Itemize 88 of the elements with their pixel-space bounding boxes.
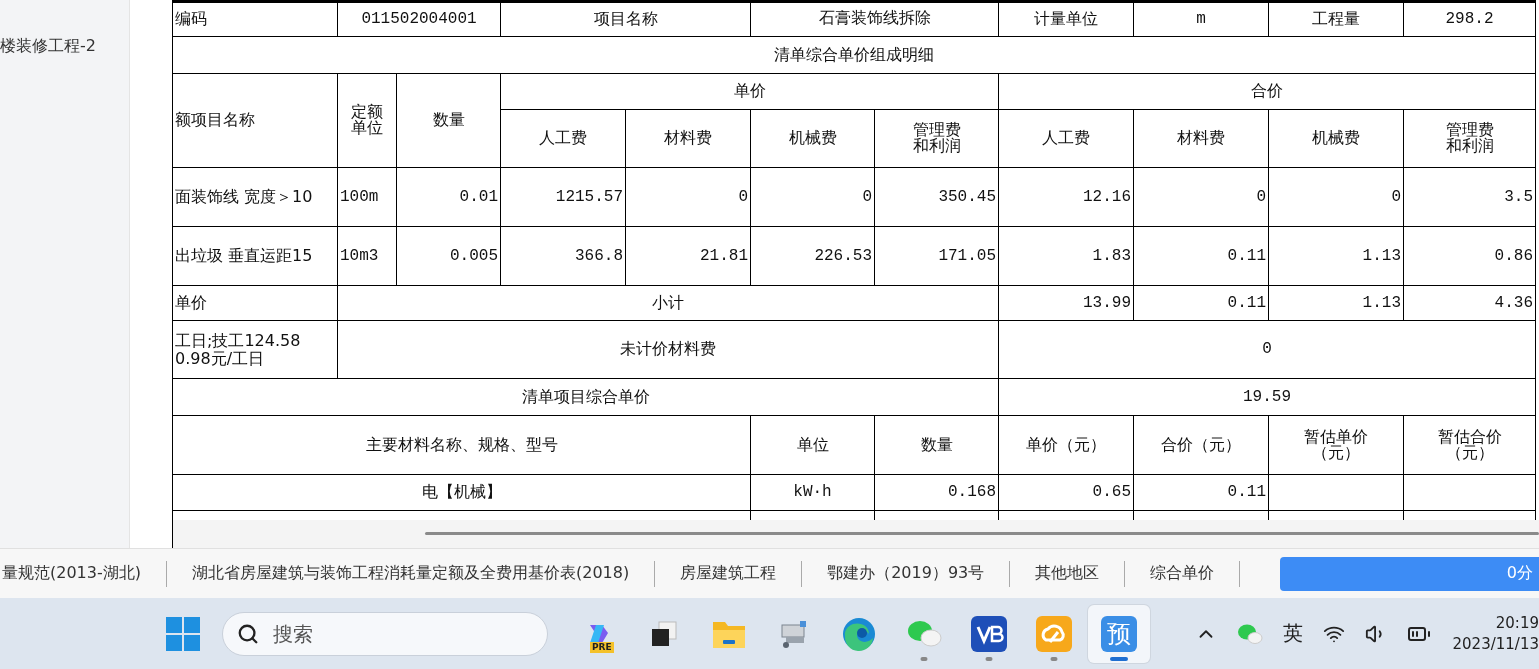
column-header: 暂估合价（元） <box>1403 415 1536 475</box>
table-cell: 0 <box>998 320 1536 379</box>
field-value-cell: m <box>1133 1 1269 37</box>
table-cell: 未计价材料费 <box>337 320 999 379</box>
table-cell: 0.11 <box>1133 474 1269 511</box>
table-cell: 100m <box>337 167 397 227</box>
table-cell: 13.99 <box>998 285 1134 321</box>
status-item: 量规范(2013-湖北) <box>2 563 141 584</box>
cloud-icon <box>1036 615 1072 652</box>
sidebar-item[interactable]: 楼装修工程-2 <box>0 36 129 57</box>
table-cell: 出垃圾 垂直运距15 <box>173 226 338 286</box>
app-icon <box>971 615 1007 652</box>
column-header: 机械费 <box>750 109 875 168</box>
table-cell: 1.83 <box>998 226 1134 286</box>
table-cell: 0.11 <box>1133 226 1269 286</box>
section-title-cell: 清单综合单价组成明细 <box>173 36 1536 74</box>
table-cell: 0.11 <box>1133 285 1269 321</box>
table-cell: 0.65 <box>998 474 1134 511</box>
table-cell: 面装饰线 宽度＞10 <box>173 167 338 227</box>
status-item: 湖北省房屋建筑与装饰工程消耗量定额及全费用基价表(2018) <box>192 563 630 584</box>
table-cell: 0 <box>750 167 875 227</box>
table-cell: 1215.57 <box>500 167 626 227</box>
table-cell: 19.59 <box>998 378 1536 416</box>
table-cell: 工日;技工124.58 0.98元/工日 <box>173 320 338 379</box>
column-header: 材料费 <box>1133 109 1269 168</box>
table-cell: 单价 <box>173 285 338 321</box>
edge-icon <box>841 615 877 652</box>
field-value-cell: 298.2 <box>1403 1 1536 37</box>
column-header: 单价 <box>500 73 999 110</box>
table-cell: 0 <box>625 167 751 227</box>
table-cell: 171.05 <box>874 226 999 286</box>
taskbar-app-button[interactable]: PRE <box>568 604 630 663</box>
field-label-cell: 项目名称 <box>500 1 751 37</box>
table-cell: 电【机械】 <box>173 474 751 511</box>
column-header: 合价 <box>998 73 1536 110</box>
column-header: 合价（元） <box>1133 415 1269 475</box>
status-item: 综合单价 <box>1150 563 1215 584</box>
table-cell: 366.8 <box>500 226 626 286</box>
table-cell: 12.16 <box>998 167 1134 227</box>
table-cell: kW·h <box>750 474 875 511</box>
status-item: 鄂建办（2019）93号 <box>827 563 985 584</box>
table-cell: 清单项目综合单价 <box>173 378 999 416</box>
table-cell: 21.81 <box>625 226 751 286</box>
column-header: 额项目名称 <box>173 73 338 168</box>
preview-badge: PRE <box>590 641 614 653</box>
task-view-icon <box>649 618 679 649</box>
field-value-cell: 石膏装饰线拆除 <box>750 1 999 37</box>
status-item: 其他地区 <box>1035 563 1100 584</box>
column-header: 人工费 <box>998 109 1134 168</box>
table-cell: 0 <box>1268 167 1404 227</box>
table-cell: 10m3 <box>337 226 397 286</box>
table-cell: 0 <box>1133 167 1269 227</box>
search-bar[interactable]: 搜索 <box>222 611 548 656</box>
status-item: 房屋建筑工程 <box>680 563 777 584</box>
table-cell: 3.5 <box>1403 167 1536 227</box>
table-cell: 0.86 <box>1403 226 1536 286</box>
search-input[interactable]: 搜索 <box>271 620 475 647</box>
column-header: 数量 <box>396 73 501 168</box>
field-label-cell: 计量单位 <box>998 1 1134 37</box>
scrollbar-thumb[interactable] <box>425 532 1539 535</box>
column-header: 管理费和利润 <box>1403 109 1536 168</box>
table-cell: 0.01 <box>396 167 501 227</box>
clock[interactable]: 20:19 2023/11/13 <box>1452 612 1539 655</box>
column-header: 机械费 <box>1268 109 1404 168</box>
column-header: 数量 <box>874 415 999 475</box>
column-header: 定额单位 <box>337 73 397 168</box>
field-value-cell: 011502004001 <box>337 1 501 37</box>
table-cell: 0.005 <box>396 226 501 286</box>
column-header: 管理费和利润 <box>874 109 999 168</box>
column-header: 主要材料名称、规格、型号 <box>173 415 751 475</box>
table-cell: 1.13 <box>1268 226 1404 286</box>
column-header: 材料费 <box>625 109 751 168</box>
app-letter-icon: 预 <box>1101 615 1137 652</box>
field-label-cell: 编码 <box>173 1 338 37</box>
column-header: 单价（元） <box>998 415 1134 475</box>
table-cell: 1.13 <box>1268 285 1404 321</box>
input-mode-indicator[interactable]: 英 <box>1283 620 1303 647</box>
search-icon <box>237 622 259 645</box>
table-cell: 350.45 <box>874 167 999 227</box>
table-cell: 226.53 <box>750 226 875 286</box>
field-label-cell: 工程量 <box>1268 1 1404 37</box>
table-cell: 小计 <box>337 285 999 321</box>
table-cell: 4.36 <box>1403 285 1536 321</box>
windows-start-icon[interactable] <box>166 616 200 651</box>
column-header: 单位 <box>750 415 875 475</box>
column-header: 暂估单价（元） <box>1268 415 1404 475</box>
column-header: 人工费 <box>500 109 626 168</box>
table-cell: 0.168 <box>874 474 999 511</box>
